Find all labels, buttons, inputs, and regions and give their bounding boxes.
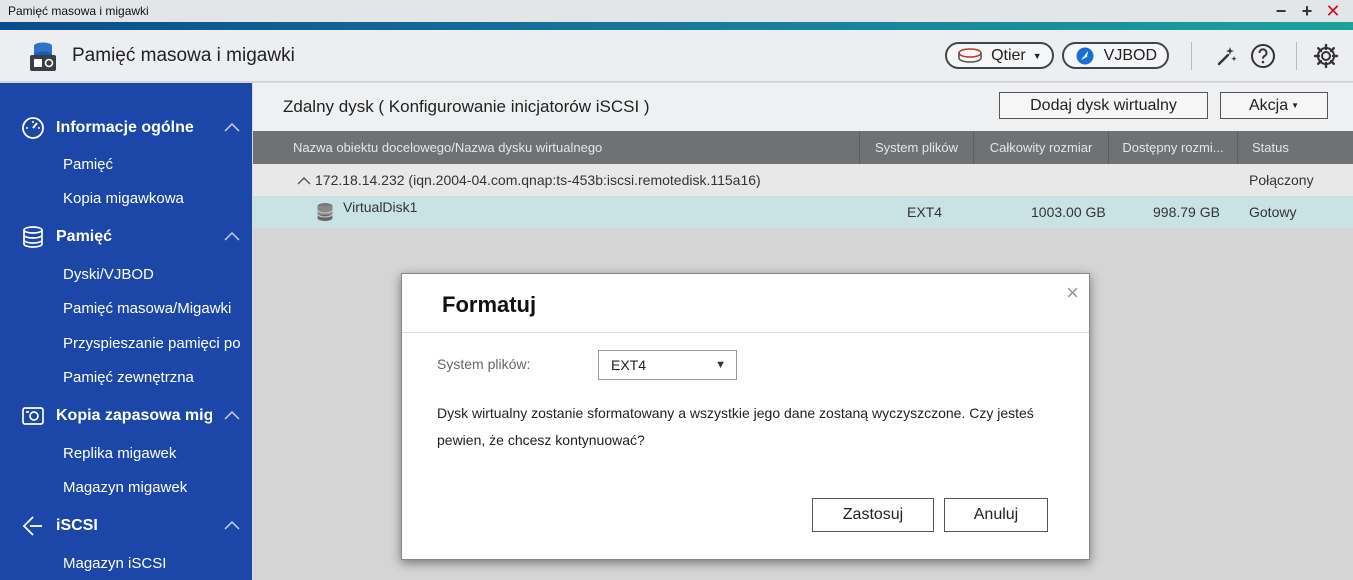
sidebar-section-label: iSCSI (56, 517, 98, 534)
sidebar-item-przyspieszanie[interactable]: Przyspieszanie pamięci po (63, 328, 252, 358)
qtier-button[interactable]: Qtier ▼ (945, 42, 1054, 69)
sidebar-item-pamiec[interactable]: Pamięć (63, 149, 252, 179)
sidebar-section-snapshot-backup[interactable]: Kopia zapasowa miga (0, 398, 252, 434)
filesystem-select[interactable]: EXT4 ▼ (598, 350, 737, 380)
sidebar: Informacje ogólne Pamięć Kopia migawkowa… (0, 83, 252, 580)
column-header-name[interactable]: Nazwa obiektu docelowego/Nazwa dysku wir… (253, 131, 860, 164)
dropdown-arrow-icon: ▼ (715, 359, 726, 371)
tools-icon[interactable] (1214, 43, 1240, 69)
dialog-title: Formatuj (442, 292, 537, 317)
cancel-button[interactable]: Anuluj (944, 498, 1048, 532)
apply-button[interactable]: Zastosuj (812, 498, 934, 532)
sidebar-item-magazyn-iscsi[interactable]: Magazyn iSCSI (63, 548, 252, 578)
disk-total-size: 1003.00 GB (1031, 204, 1106, 220)
sidebar-section-overview[interactable]: Informacje ogólne (0, 110, 252, 146)
chevron-up-icon (212, 228, 252, 246)
column-header-total-size[interactable]: Całkowity rozmiar (974, 131, 1109, 164)
header-divider (1191, 41, 1192, 70)
sidebar-section-label: Pamięć (56, 228, 113, 245)
disk-available-size: 998.79 GB (1153, 204, 1220, 220)
sidebar-item-pamiec-masowa[interactable]: Pamięć masowa/Migawki (63, 293, 252, 323)
target-status: Połączony (1249, 172, 1314, 188)
column-header-filesystem[interactable]: System plików (860, 131, 974, 164)
dialog-divider (402, 332, 1089, 333)
chevron-up-icon (212, 517, 252, 535)
disk-icon (316, 196, 334, 228)
qtier-label: Qtier (991, 46, 1026, 64)
chevron-up-icon (212, 119, 252, 137)
dialog-message: Dysk wirtualny zostanie sformatowany a w… (437, 405, 1034, 448)
header-divider-2 (1296, 41, 1297, 70)
table-header: Nazwa obiektu docelowego/Nazwa dysku wir… (253, 131, 1353, 164)
action-label: Akcja (1248, 96, 1289, 114)
sidebar-item-replika-migawek[interactable]: Replika migawek (63, 438, 252, 468)
app-title: Pamięć masowa i migawki (72, 44, 295, 66)
sidebar-section-storage[interactable]: Pamięć (0, 219, 252, 255)
sidebar-section-label: Informacje ogólne (56, 119, 194, 136)
iscsi-icon (20, 513, 46, 539)
table-row-target[interactable]: 172.18.14.232 (iqn.2004-04.com.qnap:ts-4… (253, 164, 1353, 196)
page-title: Zdalny dysk ( Konfigurowanie inicjatorów… (283, 97, 650, 116)
storage-app-icon (26, 39, 60, 73)
main-header: Zdalny dysk ( Konfigurowanie inicjatorów… (253, 83, 1353, 131)
app-header: Pamięć masowa i migawki Qtier ▼ VJBOD (0, 30, 1353, 82)
window-titlebar: Pamięć masowa i migawki − + ✕ (0, 0, 1353, 22)
sidebar-item-dyski-vjbod[interactable]: Dyski/VJBOD (63, 259, 252, 289)
dashboard-icon (20, 115, 46, 141)
database-icon (20, 224, 46, 250)
settings-icon[interactable] (1313, 43, 1339, 69)
sidebar-item-pamiec-zewnetrzna[interactable]: Pamięć zewnętrzna (63, 362, 252, 392)
close-window-button[interactable]: ✕ (1325, 2, 1341, 20)
sidebar-section-label: Kopia zapasowa miga (56, 407, 212, 424)
action-button[interactable]: Akcja ▼ (1220, 92, 1328, 119)
maximize-button[interactable]: + (1299, 2, 1315, 20)
sidebar-item-kopia-migawkowa[interactable]: Kopia migawkowa (63, 183, 252, 213)
collapse-icon[interactable] (297, 164, 311, 196)
vjbod-label: VJBOD (1103, 46, 1157, 64)
window-controls: − + ✕ (1273, 2, 1353, 20)
filesystem-select-value: EXT4 (611, 357, 647, 373)
snapshot-backup-icon (20, 403, 46, 429)
format-dialog: Formatuj × System plików: EXT4 ▼ Dysk wi… (401, 273, 1090, 560)
vjbod-button[interactable]: VJBOD (1061, 42, 1169, 69)
filesystem-label: System plików: (437, 356, 531, 372)
qtier-icon (958, 47, 982, 63)
disk-status: Gotowy (1249, 204, 1297, 220)
minimize-button[interactable]: − (1273, 2, 1289, 20)
header-toolbar: Qtier ▼ VJBOD (937, 41, 1353, 70)
dialog-close-icon[interactable]: × (1066, 282, 1079, 304)
table-row-disk[interactable]: VirtualDisk1 EXT4 1003.00 GB 998.79 GB G… (253, 196, 1353, 228)
sidebar-section-iscsi[interactable]: iSCSI (0, 508, 252, 544)
add-virtual-disk-button[interactable]: Dodaj dysk wirtualny (999, 92, 1208, 119)
help-icon[interactable] (1250, 43, 1276, 69)
disk-filesystem: EXT4 (907, 204, 943, 220)
sidebar-item-magazyn-migawek[interactable]: Magazyn migawek (63, 472, 252, 502)
accent-line (0, 22, 1353, 30)
column-header-status[interactable]: Status (1238, 131, 1353, 164)
window-title: Pamięć masowa i migawki (8, 4, 149, 18)
column-header-available-size[interactable]: Dostępny rozmi... (1109, 131, 1238, 164)
disk-name: VirtualDisk1 (343, 199, 418, 215)
caret-down-icon: ▼ (1291, 101, 1300, 110)
vjbod-icon (1076, 47, 1094, 64)
chevron-up-icon (212, 407, 252, 425)
chevron-down-icon: ▼ (1032, 50, 1042, 61)
